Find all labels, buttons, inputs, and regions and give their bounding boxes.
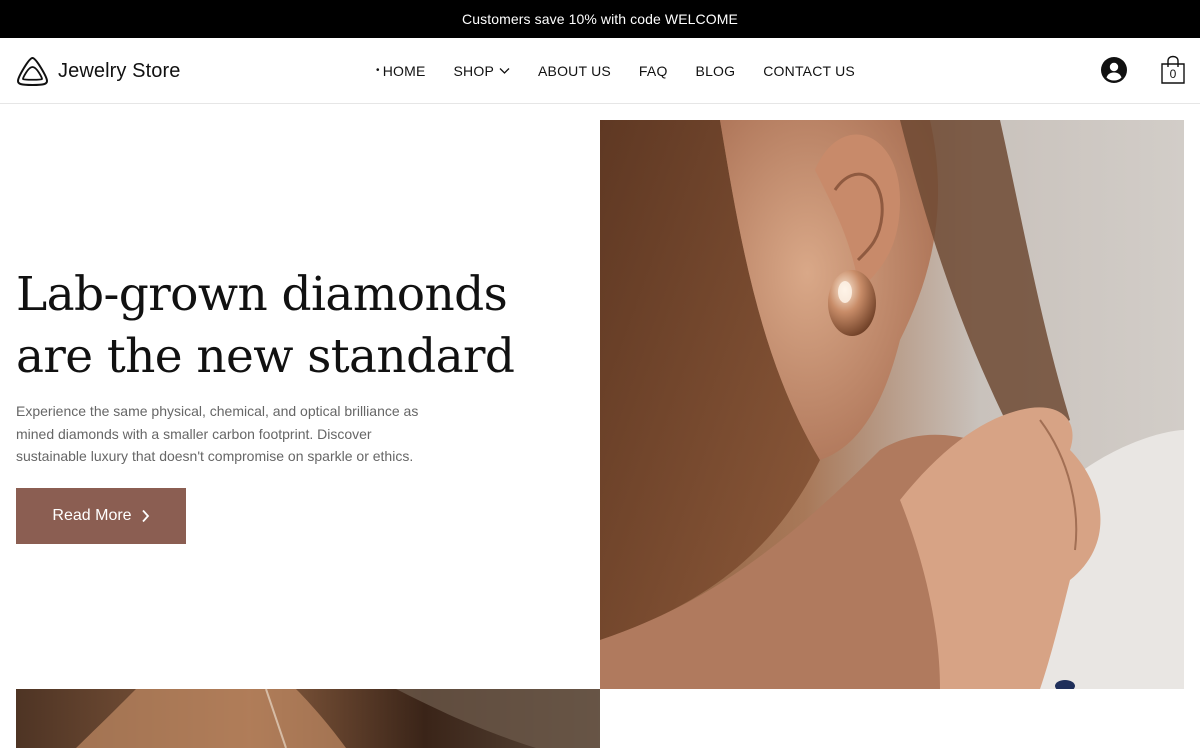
nav-blog[interactable]: BLOG (696, 63, 736, 79)
cart-button[interactable]: 0 (1160, 55, 1186, 85)
account-button[interactable] (1101, 57, 1127, 83)
logo-text: Jewelry Store (58, 59, 181, 82)
main-nav: • HOME SHOP ABOUT US FAQ BLOG CONTACT US (376, 38, 855, 104)
chevron-right-icon (141, 509, 149, 523)
announcement-bar: Customers save 10% with code WELCOME (0, 0, 1200, 38)
nav-shop[interactable]: SHOP (454, 63, 510, 79)
chevron-down-icon (499, 68, 510, 74)
nav-contact-us-label: CONTACT US (763, 63, 855, 79)
announcement-text: Customers save 10% with code WELCOME (462, 11, 738, 27)
user-circle-icon (1101, 57, 1127, 83)
earring-model-photo (600, 120, 1184, 689)
hero-title-line-1: Lab-grown diamonds (16, 267, 508, 322)
cart-count: 0 (1169, 67, 1177, 81)
logo[interactable]: Jewelry Store (16, 54, 180, 88)
read-more-button[interactable]: Read More (16, 488, 186, 544)
nav-faq-label: FAQ (638, 63, 668, 79)
nav-about-us-label: ABOUT US (538, 63, 611, 79)
nav-home-label: HOME (382, 63, 426, 79)
site-header: Jewelry Store • HOME SHOP ABOUT US FAQ B… (0, 38, 1200, 104)
nav-about-us[interactable]: ABOUT US (538, 63, 611, 79)
hero-title: Lab-grown diamonds are the new standard (16, 264, 576, 388)
nav-shop-label: SHOP (453, 63, 494, 79)
hero-image (600, 120, 1184, 689)
nav-home[interactable]: • HOME (376, 63, 426, 79)
nav-contact-us[interactable]: CONTACT US (763, 63, 855, 79)
active-indicator-dot: • (376, 65, 380, 76)
logo-icon (17, 56, 48, 86)
hero-title-line-2: are the new standard (16, 329, 515, 384)
hero-description: Experience the same physical, chemical, … (16, 403, 419, 464)
read-more-label: Read More (52, 507, 132, 524)
secondary-image (16, 689, 600, 748)
hero-text: Lab-grown diamonds are the new standard … (16, 264, 576, 468)
secondary-model-photo (16, 689, 600, 748)
nav-blog-label: BLOG (695, 63, 736, 79)
nav-faq[interactable]: FAQ (639, 63, 668, 79)
